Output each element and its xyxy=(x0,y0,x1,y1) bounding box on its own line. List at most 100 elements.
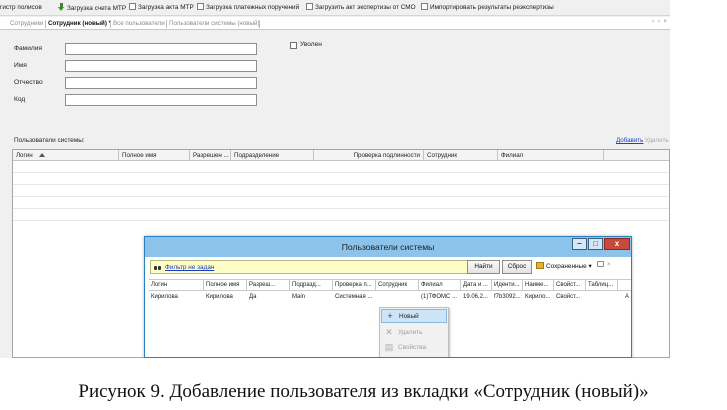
document-icon xyxy=(197,3,204,10)
saved-filters-label: Сохраненные ▾ xyxy=(546,263,592,270)
figure-caption: Рисунок 9. Добавление пользователя из вк… xyxy=(78,381,649,402)
context-menu-label: Новый xyxy=(399,313,419,320)
dialog-column-employee[interactable]: Сотрудник xyxy=(376,280,419,291)
dialog-column-date[interactable]: Дата и ... xyxy=(461,280,492,291)
context-menu-delete[interactable]: ✕ Удалить xyxy=(381,326,447,340)
toolbar-item-import-reexpertise[interactable]: Импортировать результаты реэкспертизы xyxy=(421,3,554,13)
dialog-column-login[interactable]: Логин xyxy=(149,280,204,291)
sort-ascending-icon xyxy=(38,153,45,157)
filter-settings-icon xyxy=(597,261,604,267)
document-icon xyxy=(306,3,313,10)
clear-saved-filter[interactable]: × xyxy=(597,261,611,268)
code-label: Код xyxy=(14,96,26,103)
delete-user-link[interactable]: Удалить xyxy=(645,137,669,144)
tab-divider xyxy=(166,20,167,28)
column-header-login[interactable]: Логин xyxy=(13,150,119,161)
add-user-link[interactable]: Добавить xyxy=(616,137,643,144)
grid-header: Логин Полное имя Разрешен ... Подразделе… xyxy=(13,150,669,161)
last-name-label: Фамилия xyxy=(14,45,42,52)
folder-icon xyxy=(536,262,544,269)
cell-properties: Свойст... xyxy=(556,294,581,300)
tab-all-users[interactable]: Все пользователи xyxy=(113,19,165,29)
cell-full-name: Кирилова xyxy=(206,294,233,300)
dialog-column-branch[interactable]: Филиал xyxy=(419,280,461,291)
minimize-button[interactable]: – xyxy=(572,238,587,250)
toolbar: гистр полисов Загрузка счета МТР Загрузк… xyxy=(0,0,670,16)
cell-employee xyxy=(376,292,419,303)
dialog-column-authentication[interactable]: Проверка п... xyxy=(333,280,376,291)
document-icon xyxy=(421,3,428,10)
cell-authentication: Системная ... xyxy=(335,294,373,300)
tab-employees[interactable]: Сотрудники xyxy=(10,19,44,29)
column-header-authentication[interactable]: Проверка подлинности xyxy=(314,150,424,161)
x-icon: ✕ xyxy=(385,327,393,337)
column-header-label: Логин xyxy=(16,152,33,159)
cell-table: A xyxy=(625,294,630,300)
tab-strip: Сотрудники Сотрудник (новый) * Все польз… xyxy=(0,17,670,30)
last-name-field[interactable] xyxy=(65,43,257,55)
column-header-department[interactable]: Подразделение xyxy=(231,150,314,161)
column-header-employee[interactable]: Сотрудник xyxy=(424,150,498,161)
dialog-column-identifier[interactable]: Иденти... xyxy=(492,280,523,291)
context-menu-properties[interactable]: ▤ Свойства xyxy=(381,341,447,355)
system-users-dialog: Пользователи системы – □ x Фильтр не зад… xyxy=(144,236,632,358)
close-button[interactable]: x xyxy=(604,238,630,250)
context-menu-new[interactable]: + Новый xyxy=(381,309,447,323)
grid-row-line xyxy=(13,172,669,173)
grid-row-line xyxy=(13,184,669,185)
clear-icon: × xyxy=(607,261,611,268)
tab-divider xyxy=(45,20,46,28)
column-header-full-name[interactable]: Полное имя xyxy=(119,150,190,161)
dialog-column-full-name[interactable]: Полное имя xyxy=(204,280,247,291)
download-icon xyxy=(58,3,65,11)
dialog-table-row[interactable]: Кирилова Кирилова Да Main Системная ... … xyxy=(149,292,631,303)
toolbar-item-label: Загрузка акта МТР xyxy=(138,4,194,11)
dismissed-checkbox[interactable] xyxy=(290,42,297,49)
code-field[interactable] xyxy=(65,94,257,106)
toolbar-item-label: Импортировать результаты реэкспертизы xyxy=(430,4,554,11)
toolbar-item-policy-register[interactable]: гистр полисов xyxy=(0,3,42,13)
system-users-title: Пользователи системы: xyxy=(14,137,85,144)
dialog-column-name[interactable]: Наиме... xyxy=(523,280,554,291)
toolbar-item-load-payment-orders[interactable]: Загрузка платежных поручений xyxy=(197,3,299,13)
dialog-grid-header: Логин Полное имя Разреш... Подразд... Пр… xyxy=(149,279,631,291)
tab-employee-new[interactable]: Сотрудник (новый) * xyxy=(48,19,111,29)
dialog-column-table[interactable]: Таблиц... xyxy=(586,280,618,291)
dismissed-label: Уволен xyxy=(300,41,322,48)
dialog-column-allowed[interactable]: Разреш... xyxy=(247,280,290,291)
context-menu-label: Удалить xyxy=(398,329,423,336)
dialog-column-department[interactable]: Подразд... xyxy=(290,280,333,291)
cell-department: Main xyxy=(292,294,306,300)
toolbar-item-load-act[interactable]: Загрузка акта МТР xyxy=(129,3,194,13)
context-menu-label: Свойства xyxy=(398,344,427,351)
screenshot-area: гистр полисов Загрузка счета МТР Загрузк… xyxy=(0,0,670,358)
column-header-allowed[interactable]: Разрешен ... xyxy=(190,150,231,161)
tab-divider xyxy=(259,20,260,28)
properties-icon: ▤ xyxy=(384,342,394,352)
toolbar-item-label: Загрузка платежных поручений xyxy=(206,4,300,11)
maximize-button[interactable]: □ xyxy=(588,238,603,250)
filter-link[interactable]: Фильтр не задан xyxy=(165,264,214,271)
grid-row-line xyxy=(13,196,669,197)
document-icon xyxy=(129,3,136,10)
tab-navigation-arrows[interactable]: ‹ › × xyxy=(652,19,668,25)
toolbar-item-label: Загрузить акт экспертизы от СМО xyxy=(315,4,416,11)
filter-bar: Фильтр не задан xyxy=(150,260,468,274)
dialog-titlebar[interactable]: Пользователи системы – □ x xyxy=(145,237,631,257)
context-menu: + Новый ✕ Удалить ▤ Свойства xyxy=(379,307,449,357)
saved-filters-dropdown[interactable]: Сохраненные ▾ xyxy=(536,262,592,270)
grid-row-line xyxy=(13,208,669,209)
find-button[interactable]: Найти xyxy=(467,260,500,274)
tab-system-users-new[interactable]: Пользователи системы (новый) xyxy=(169,19,260,29)
column-header-branch[interactable]: Филиал xyxy=(498,150,604,161)
dialog-title: Пользователи системы xyxy=(341,242,435,252)
toolbar-item-load-expertise-act[interactable]: Загрузить акт экспертизы от СМО xyxy=(306,3,416,13)
first-name-field[interactable] xyxy=(65,60,257,72)
toolbar-item-label: гистр полисов xyxy=(0,4,42,11)
toolbar-item-load-invoice[interactable]: Загрузка счета МТР xyxy=(58,3,126,13)
dialog-column-properties[interactable]: Свойст... xyxy=(554,280,586,291)
middle-name-field[interactable] xyxy=(65,77,257,89)
cell-allowed: Да xyxy=(249,294,257,300)
plus-icon: + xyxy=(387,311,393,321)
reset-button[interactable]: Сброс xyxy=(502,260,532,274)
